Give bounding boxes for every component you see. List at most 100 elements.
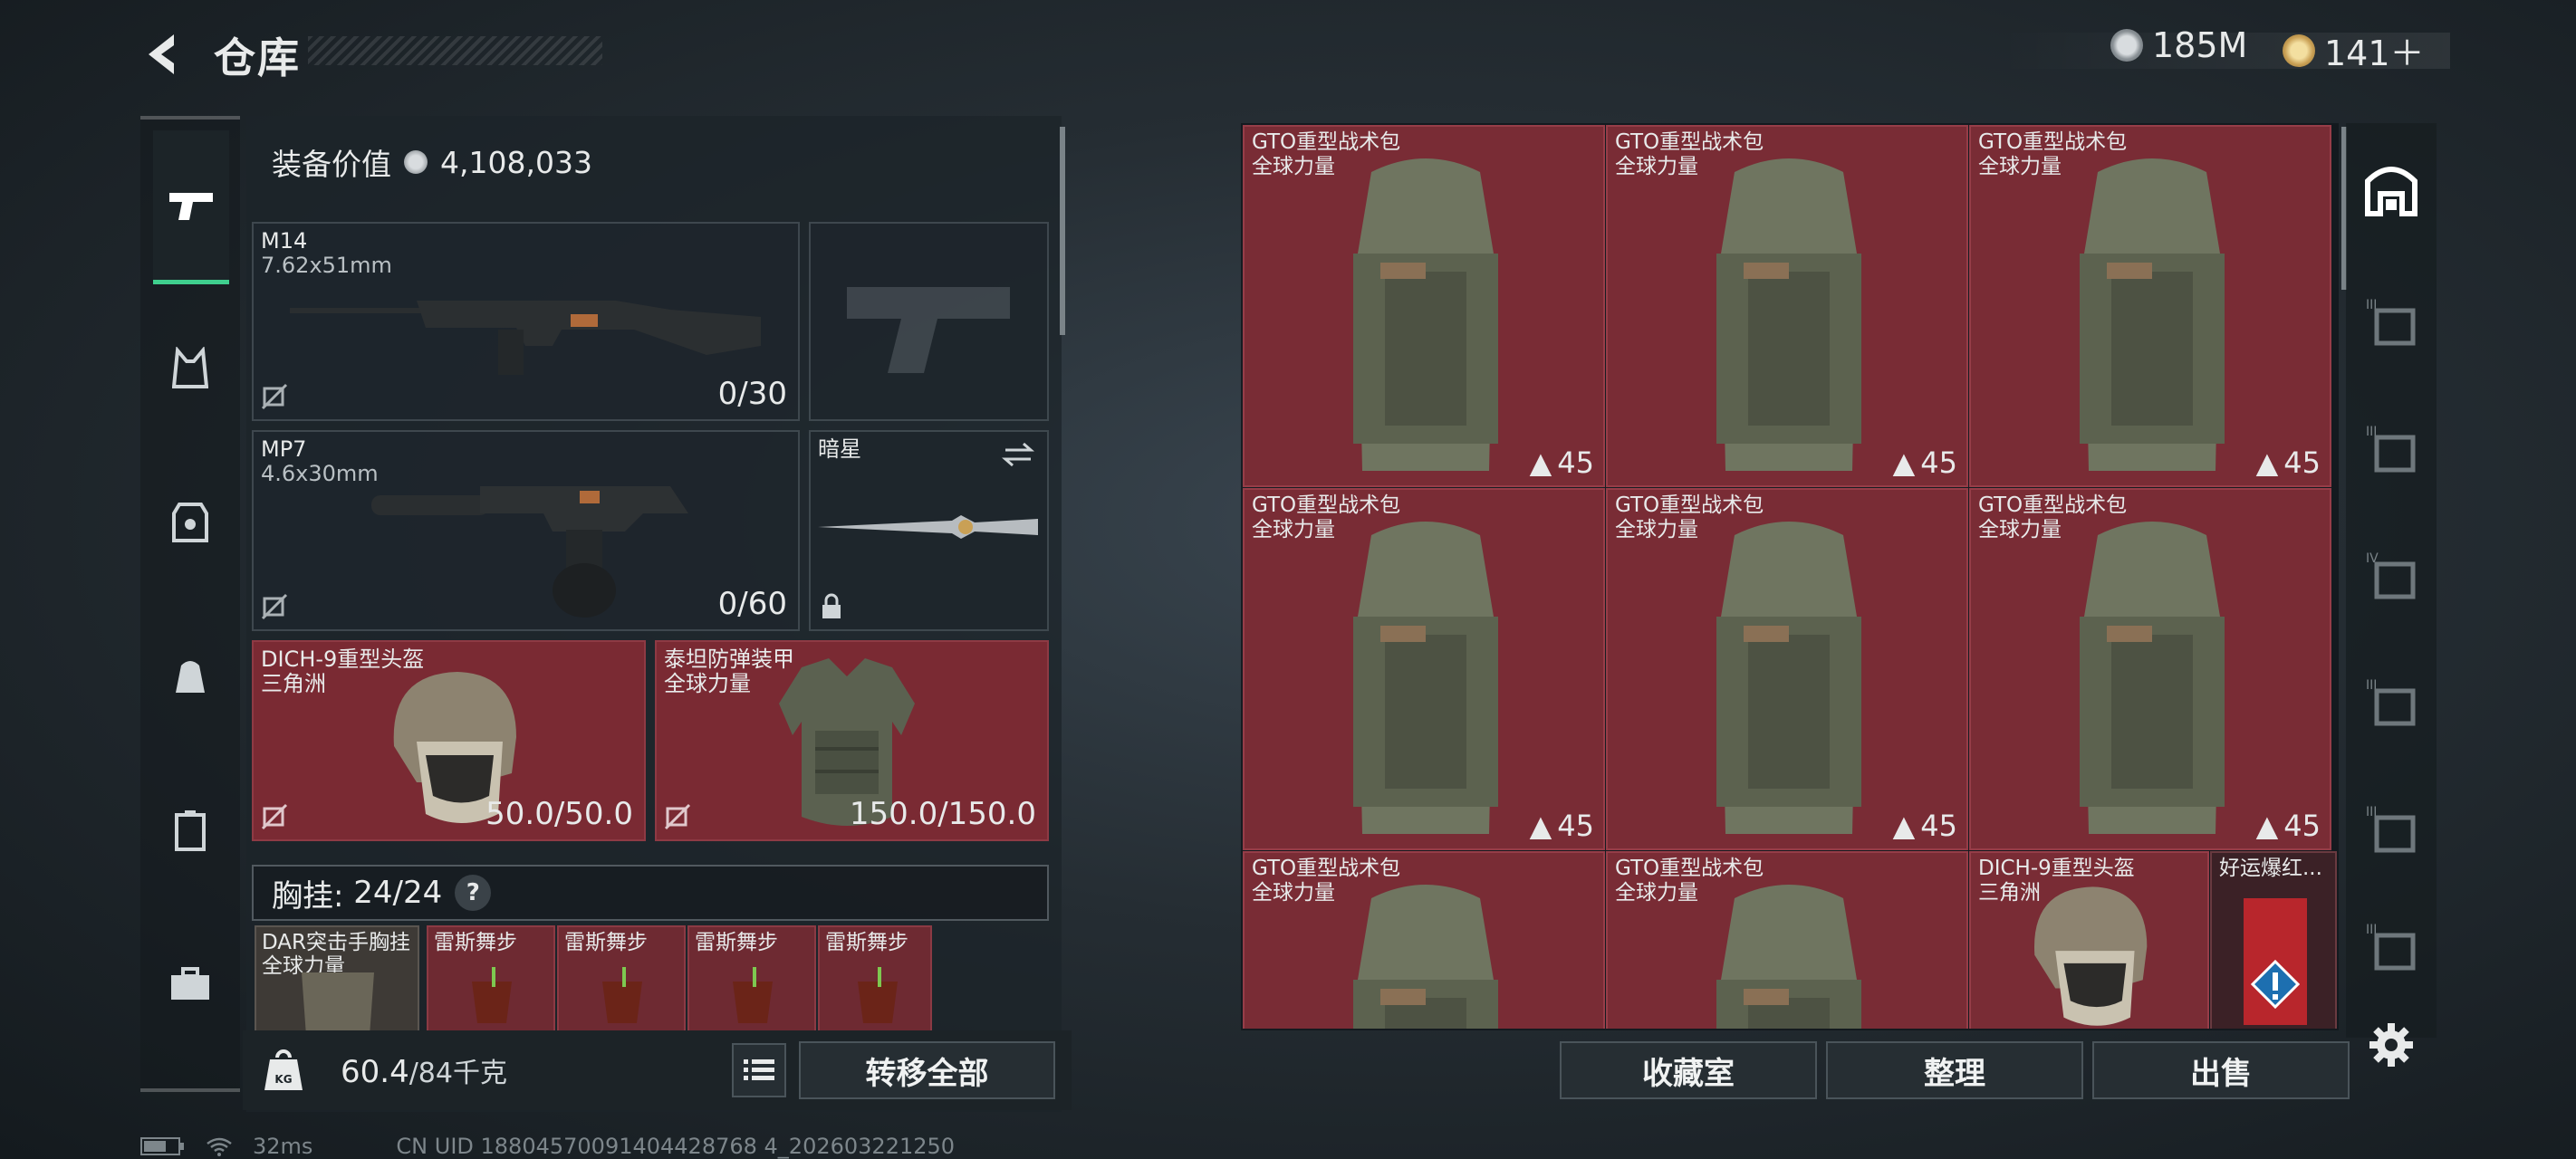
storage-item[interactable]: GTO重型战术包 全球力量 ▲ 45 — [1969, 488, 2331, 850]
sidebar-item-weapons[interactable] — [153, 130, 229, 284]
secondary-weapon-slot[interactable]: MP7 4.6x30mm 0/60 — [252, 430, 800, 631]
stack-icon: ▲ — [2255, 445, 2279, 480]
no-insure-icon — [261, 593, 288, 620]
stack-icon: ▲ — [1529, 809, 1552, 843]
item-faction: 全球力量 — [1978, 518, 2062, 541]
storage-item[interactable]: 好运爆红... — [2210, 851, 2337, 1029]
storage-item[interactable]: GTO重型战术包 全球力量 — [1243, 851, 1605, 1029]
item-name: GTO重型战术包 — [1252, 857, 1401, 880]
filter-all[interactable] — [2353, 140, 2429, 240]
pocket-item[interactable]: 雷斯舞步 — [427, 925, 555, 1032]
loadout-scrollbar[interactable] — [1060, 127, 1065, 335]
max-weight: /84千克 — [409, 1058, 507, 1089]
pocket-item[interactable]: 雷斯舞步 — [818, 925, 932, 1032]
item-count: ▲ 45 — [2255, 445, 2321, 480]
list-icon — [744, 1059, 774, 1080]
drink-icon — [858, 967, 898, 1023]
pocket-item[interactable]: 雷斯舞步 — [557, 925, 686, 1032]
item-name: 雷斯舞步 — [825, 931, 908, 954]
melee-name: 暗星 — [818, 436, 861, 462]
melee-slot[interactable]: 暗星 — [809, 430, 1049, 631]
sidebar-item-case[interactable] — [140, 934, 240, 1034]
item-count: ▲ 45 — [1892, 809, 1957, 843]
filter-tier-3-b[interactable]: III — [2353, 398, 2429, 498]
drink-icon — [472, 967, 512, 1023]
pocket-item[interactable]: 雷斯舞步 — [687, 925, 816, 1032]
tier-filter-icon: III — [2366, 923, 2416, 971]
collection-room-button[interactable]: 收藏室 — [1560, 1041, 1817, 1099]
backpack-icon — [1353, 522, 1498, 834]
item-name: 雷斯舞步 — [564, 931, 648, 954]
battery-icon — [140, 1137, 184, 1155]
armor-slot[interactable]: 泰坦防弹装甲 全球力量 150.0/150.0 — [655, 640, 1049, 841]
briefcase-icon — [171, 967, 209, 1000]
item-faction: 全球力量 — [1252, 881, 1335, 905]
storage-item[interactable]: GTO重型战术包 全球力量 ▲ 45 — [1969, 125, 2331, 487]
item-name: GTO重型战术包 — [1615, 493, 1764, 517]
sell-button[interactable]: 出售 — [2092, 1041, 2350, 1099]
silver-coin-icon — [2110, 29, 2143, 62]
transfer-all-button[interactable]: 转移全部 — [799, 1041, 1055, 1099]
weapon-caliber: 4.6x30mm — [261, 461, 379, 486]
helmet-slot[interactable]: DICH-9重型头盔 三角洲 50.0/50.0 — [252, 640, 646, 841]
smg-icon — [371, 486, 688, 618]
primary-weapon-slot[interactable]: M14 7.62x51mm 0/30 — [252, 222, 800, 421]
filter-tier-3-c[interactable]: III — [2353, 652, 2429, 752]
filter-tier-3-e[interactable]: III — [2353, 905, 2429, 987]
item-faction: 三角洲 — [1978, 881, 2041, 905]
storage-item[interactable]: GTO重型战术包 全球力量 ▲ 45 — [1243, 488, 1605, 850]
status-bar: 32ms CN UID 18804570091404428768 4_20260… — [140, 1134, 955, 1159]
filter-tier-4[interactable]: IV — [2353, 525, 2429, 625]
weight-icon: KG — [264, 1049, 303, 1090]
list-view-button[interactable] — [732, 1043, 786, 1097]
sidebar-item-backpack[interactable] — [140, 627, 240, 726]
swap-icon[interactable] — [1000, 441, 1036, 468]
no-insure-icon — [664, 803, 691, 830]
sort-button[interactable]: 整理 — [1826, 1041, 2083, 1099]
storage-item[interactable]: GTO重型战术包 全球力量 ▲ 45 — [1606, 488, 1968, 850]
stack-icon: ▲ — [1892, 445, 1916, 480]
item-name: 好运爆红... — [2219, 857, 2322, 880]
item-name: GTO重型战术包 — [1978, 493, 2128, 517]
vest-icon — [172, 347, 208, 388]
filter-tier-3-d[interactable]: III — [2353, 779, 2429, 878]
gold-amount: 141＋ — [2324, 34, 2425, 73]
silver-amount: 185M — [2152, 25, 2248, 65]
equipment-category-sidebar — [140, 116, 240, 1092]
sidebar-item-chest-rig[interactable] — [140, 319, 240, 418]
item-name: GTO重型战术包 — [1252, 130, 1401, 154]
chest-rig-item[interactable]: DAR突击手胸挂 全球力量 — [255, 925, 419, 1032]
drink-icon — [733, 967, 773, 1023]
gold-currency[interactable]: 141＋ — [2283, 25, 2425, 75]
item-count: ▲ 45 — [2255, 809, 2321, 843]
title-decoration — [308, 36, 602, 65]
storage-item[interactable]: GTO重型战术包 全球力量 ▲ 45 — [1243, 125, 1605, 487]
page-title: 仓库 — [214, 34, 301, 82]
item-faction: 全球力量 — [1615, 881, 1698, 905]
tier-filter-icon: III — [2366, 298, 2416, 346]
backpack-icon — [2080, 158, 2225, 471]
storage-item[interactable]: GTO重型战术包 全球力量 ▲ 45 — [1606, 125, 1968, 487]
help-icon[interactable]: ? — [455, 875, 492, 911]
item-name: 雷斯舞步 — [695, 931, 778, 954]
item-count: ▲ 45 — [1529, 809, 1594, 843]
storage-item[interactable]: GTO重型战术包 全球力量 — [1606, 851, 1968, 1029]
filter-tier-3-a[interactable]: III — [2353, 272, 2429, 371]
item-name: GTO重型战术包 — [1615, 857, 1764, 880]
storage-item[interactable]: DICH-9重型头盔 三角洲 — [1969, 851, 2209, 1029]
silver-currency[interactable]: 185M — [2110, 25, 2247, 65]
sidebar-item-armor[interactable] — [140, 473, 240, 572]
sidebar-item-container[interactable] — [140, 781, 240, 880]
item-faction: 全球力量 — [1252, 155, 1335, 178]
settings-gear-icon[interactable] — [2368, 1021, 2415, 1068]
lock-icon — [822, 593, 841, 618]
secondary-pistol-slot[interactable] — [809, 222, 1049, 421]
chest-rig-header[interactable]: 胸挂: 24/24 ? — [252, 865, 1049, 921]
item-count: ▲ 45 — [1529, 445, 1594, 480]
equipment-value-amount: 4,108,033 — [440, 144, 592, 180]
svg-text:KG: KG — [274, 1073, 292, 1086]
back-arrow-icon[interactable] — [136, 27, 190, 81]
tier-filter-icon: III — [2366, 678, 2416, 726]
drink-icon — [602, 967, 642, 1023]
item-name: DAR突击手胸挂 — [262, 931, 411, 954]
